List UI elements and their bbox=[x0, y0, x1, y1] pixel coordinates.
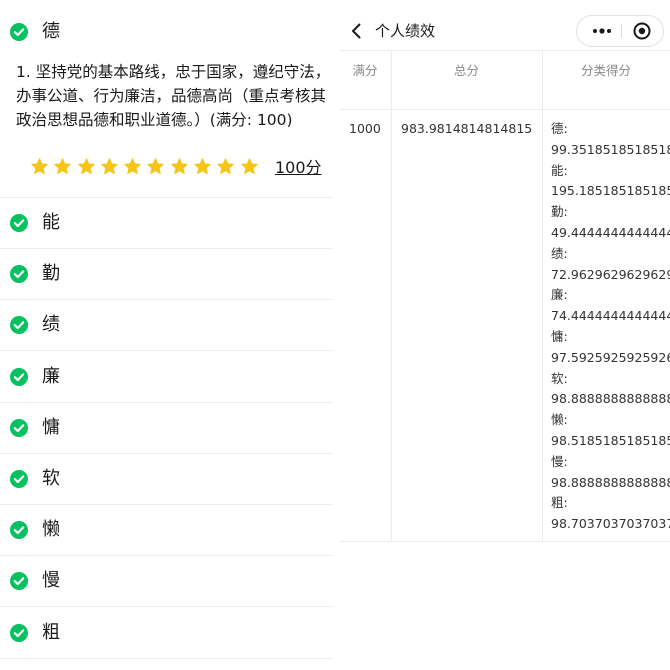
cell-total-score: 983.9814814814815 bbox=[401, 121, 533, 136]
star-icon[interactable] bbox=[53, 157, 72, 176]
check-circle-icon bbox=[10, 572, 28, 591]
category-score: 97.5925925925926 bbox=[551, 349, 670, 365]
category-label: 能 bbox=[42, 212, 60, 233]
cell-full-score: 1000 bbox=[349, 121, 381, 136]
category-row[interactable]: 懒 bbox=[0, 505, 333, 557]
check-circle-icon bbox=[10, 521, 28, 540]
category-score: 99.35185185185185 bbox=[551, 141, 670, 157]
category-label: 德 bbox=[42, 20, 60, 42]
check-circle-icon bbox=[10, 418, 28, 437]
category-row[interactable]: 粗 bbox=[0, 608, 333, 659]
column-divider bbox=[391, 51, 392, 541]
category-name: 廉: bbox=[551, 287, 568, 303]
category-label: 勤 bbox=[42, 263, 60, 285]
header-divider bbox=[339, 109, 670, 110]
category-row[interactable]: 能 bbox=[0, 198, 333, 249]
category-label: 廉 bbox=[42, 365, 60, 387]
mini-program-capsule bbox=[576, 15, 664, 47]
header-full-score: 满分 bbox=[352, 63, 378, 78]
category-label: 慢 bbox=[42, 570, 60, 592]
star-icon[interactable] bbox=[146, 157, 165, 176]
right-panel: 个人绩效 满分 总分 分类得分 1000 983.9814814814815 德… bbox=[339, 0, 670, 670]
header-category-score: 分类得分 bbox=[580, 63, 631, 78]
nav-bar: 个人绩效 bbox=[339, 8, 670, 54]
star-icon[interactable] bbox=[216, 157, 235, 176]
category-name: 绩: bbox=[551, 245, 568, 261]
check-circle-icon bbox=[10, 623, 28, 642]
category-label: 粗 bbox=[42, 621, 60, 643]
category-score: 74.44444444444444 bbox=[551, 308, 670, 324]
table-bottom-divider bbox=[339, 541, 670, 542]
category-score: 49.44444444444444 bbox=[551, 224, 670, 240]
category-name: 能: bbox=[551, 162, 568, 178]
category-row[interactable]: 勤 bbox=[0, 249, 333, 301]
check-circle-icon bbox=[10, 470, 28, 488]
star-icon[interactable] bbox=[240, 157, 259, 176]
category-label: 懒 bbox=[42, 519, 60, 541]
score-value[interactable]: 100分 bbox=[275, 158, 322, 178]
star-icon[interactable] bbox=[77, 157, 96, 176]
category-score: 98.70370370370371 bbox=[551, 516, 670, 532]
star-icon[interactable] bbox=[193, 157, 212, 176]
performance-table: 满分 总分 分类得分 1000 983.9814814814815 德: 99.3… bbox=[339, 50, 670, 542]
category-row[interactable]: 软 bbox=[0, 454, 333, 505]
check-circle-icon bbox=[10, 265, 28, 284]
category-score: 98.51851851851852 bbox=[551, 432, 670, 448]
category-name: 勤: bbox=[551, 204, 568, 220]
category-row[interactable]: 绩 bbox=[0, 300, 333, 352]
category-label: 软 bbox=[42, 468, 60, 489]
category-row[interactable]: 慵 bbox=[0, 403, 333, 454]
category-score: 98.88888888888889 bbox=[551, 474, 670, 490]
category-name: 慵: bbox=[551, 328, 568, 344]
star-icon[interactable] bbox=[100, 157, 119, 176]
category-row[interactable]: 廉 bbox=[0, 352, 333, 403]
star-icon[interactable] bbox=[30, 157, 49, 176]
question-text: 1. 坚持党的基本路线，忠于国家，遵纪守法，办事公道、行为廉洁，品德高尚（重点考… bbox=[16, 63, 331, 129]
category-score: 195.18518518518518 bbox=[551, 183, 670, 199]
capsule-divider bbox=[621, 24, 622, 38]
chevron-left-icon[interactable] bbox=[347, 21, 367, 41]
star-icon[interactable] bbox=[123, 157, 142, 176]
category-score: 98.88888888888889 bbox=[551, 391, 670, 407]
category-row-expanded[interactable]: 德 bbox=[0, 6, 333, 57]
column-divider bbox=[542, 51, 543, 541]
more-dots-icon[interactable] bbox=[589, 23, 615, 39]
left-panel: 德 1. 坚持党的基本路线，忠于国家，遵纪守法，办事公道、行为廉洁，品德高尚（重… bbox=[0, 0, 333, 670]
category-label: 慵 bbox=[42, 416, 60, 438]
check-circle-icon bbox=[10, 316, 28, 335]
star-rating[interactable] bbox=[30, 157, 263, 176]
star-icon[interactable] bbox=[170, 157, 189, 176]
category-label: 绩 bbox=[42, 314, 60, 336]
category-name: 慢: bbox=[551, 453, 568, 469]
check-circle-icon bbox=[10, 22, 28, 41]
check-circle-icon bbox=[10, 367, 28, 386]
category-name: 软: bbox=[551, 370, 568, 386]
category-score: 72.96296296296296 bbox=[551, 266, 670, 282]
target-close-icon[interactable] bbox=[632, 21, 652, 41]
category-row[interactable]: 慢 bbox=[0, 556, 333, 608]
category-name: 粗: bbox=[551, 495, 568, 511]
page-title: 个人绩效 bbox=[375, 22, 436, 40]
header-total-score: 总分 bbox=[453, 63, 479, 78]
check-circle-icon bbox=[10, 214, 28, 232]
cell-category-scores: 德: 99.35185185185185 能: 195.18518518518518 勤… bbox=[551, 119, 670, 535]
category-name: 德: bbox=[551, 121, 568, 136]
category-name: 懒: bbox=[551, 412, 568, 428]
